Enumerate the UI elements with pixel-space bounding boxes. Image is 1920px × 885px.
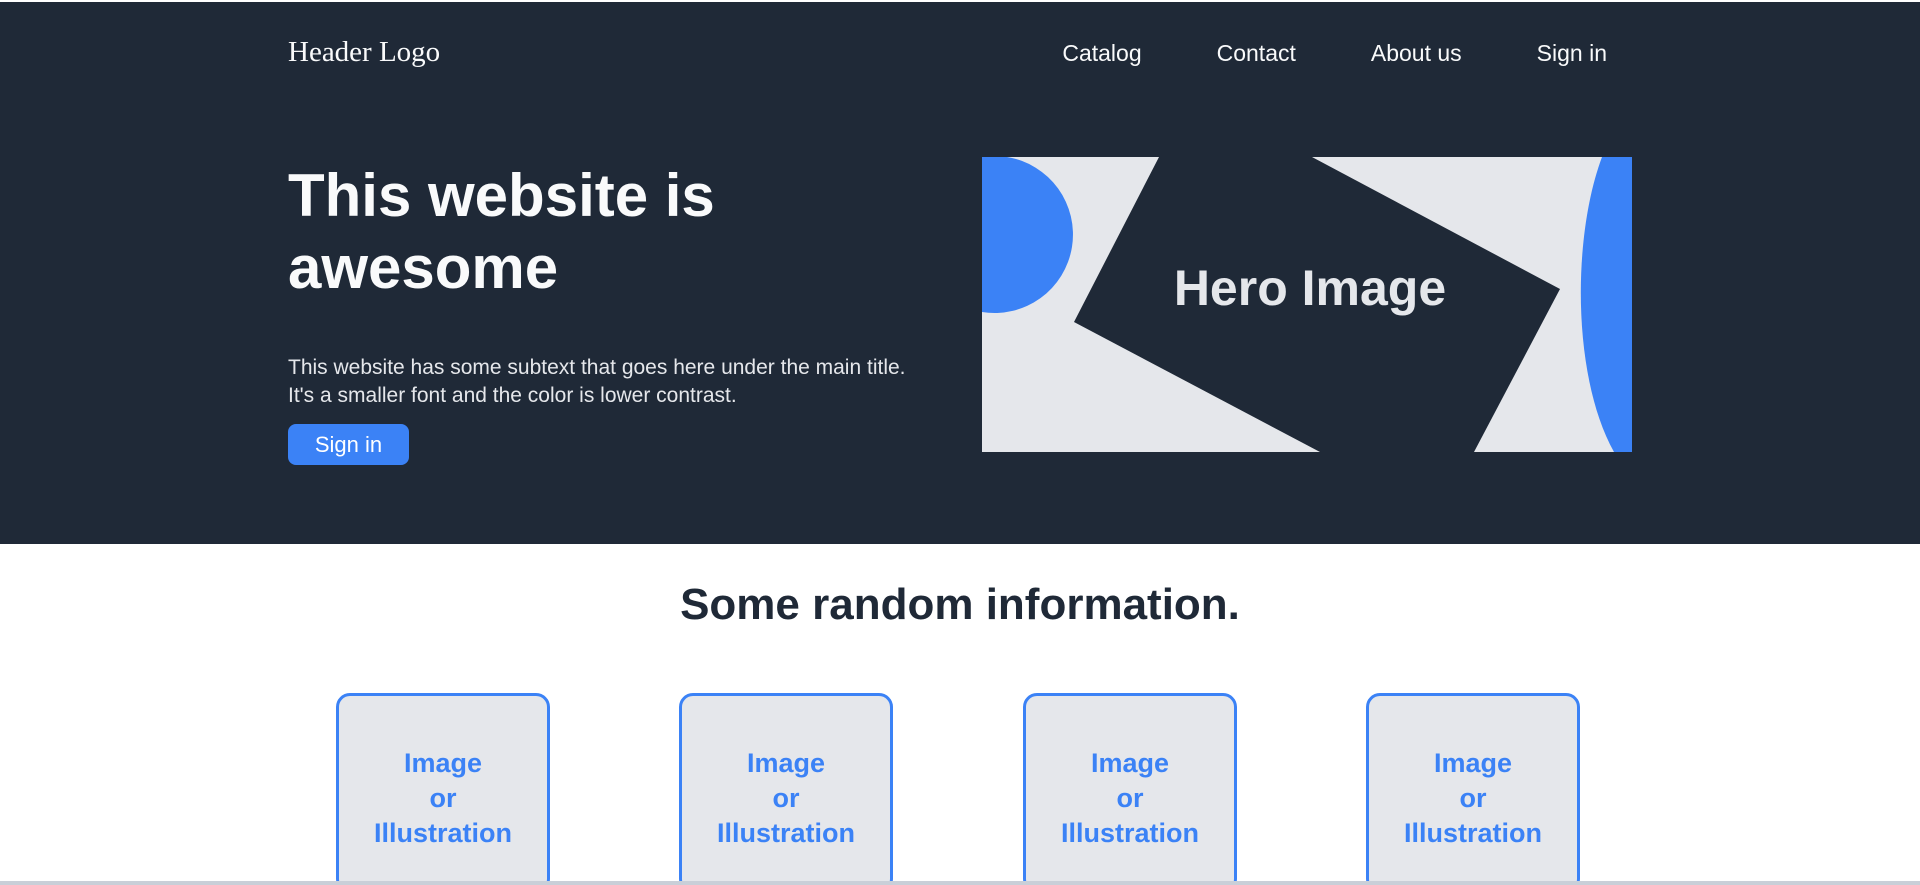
header-logo[interactable]: Header Logo: [288, 36, 440, 69]
card-text-line: Illustration: [1403, 818, 1542, 848]
card-image-placeholder: Image or Illustration: [711, 746, 861, 851]
card-text-line: Illustration: [1060, 818, 1199, 848]
card-text-line: or: [772, 783, 800, 813]
info-card: Image or Illustration: [1366, 693, 1580, 885]
card-text-line: or: [1459, 783, 1487, 813]
card-text-line: Illustration: [716, 818, 855, 848]
hero-subtext: This website has some subtext that goes …: [288, 354, 988, 410]
hero-subtext-line-2: It's a smaller font and the color is low…: [288, 384, 737, 407]
page: Header Logo Catalog Contact About us Sig…: [0, 0, 1920, 885]
hero-image-label: Hero Image: [1174, 260, 1446, 316]
info-cards: Image or Illustration Image or Illustrat…: [0, 693, 1920, 885]
card-text-line: or: [429, 783, 457, 813]
info-section-title: Some random information.: [680, 580, 1240, 629]
card-text-line: Image: [1433, 748, 1513, 778]
info-card: Image or Illustration: [336, 693, 550, 885]
nav-link-about-us[interactable]: About us: [1371, 40, 1462, 67]
card-text-line: Image: [746, 748, 826, 778]
header-nav: Catalog Contact About us Sign in: [1062, 40, 1607, 67]
card-image-placeholder: Image or Illustration: [368, 746, 518, 851]
card-image-placeholder: Image or Illustration: [1398, 746, 1548, 851]
nav-link-sign-in[interactable]: Sign in: [1537, 40, 1607, 67]
card-image-placeholder: Image or Illustration: [1055, 746, 1205, 851]
bottom-scroll-edge: [0, 881, 1920, 885]
hero-section: Header Logo Catalog Contact About us Sig…: [0, 2, 1920, 544]
hero-image: Hero Image: [982, 157, 1632, 452]
hero-title: This website is awesome: [288, 162, 715, 301]
nav-link-contact[interactable]: Contact: [1217, 40, 1296, 67]
hero-sign-in-button[interactable]: Sign in: [288, 424, 409, 465]
hero-subtext-line-1: This website has some subtext that goes …: [288, 356, 906, 379]
card-text-line: or: [1116, 783, 1144, 813]
card-text-line: Illustration: [373, 818, 512, 848]
card-text-line: Image: [1090, 748, 1170, 778]
nav-link-catalog[interactable]: Catalog: [1062, 40, 1141, 67]
card-text-line: Image: [403, 748, 483, 778]
info-card: Image or Illustration: [679, 693, 893, 885]
info-card: Image or Illustration: [1023, 693, 1237, 885]
